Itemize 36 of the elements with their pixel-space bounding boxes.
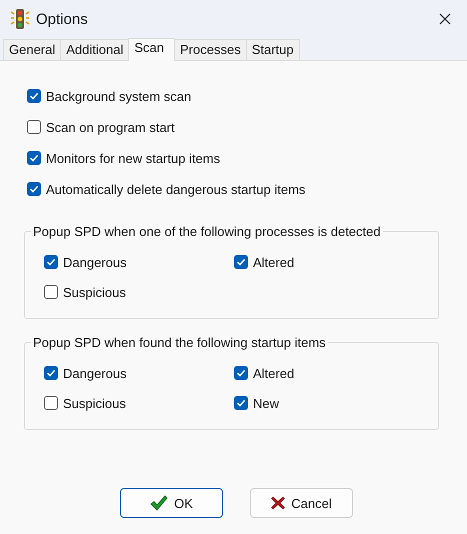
tab[interactable]: Startup: [246, 39, 300, 60]
checkbox-label: Monitors for new startup items: [46, 150, 220, 166]
checkbox-label: Altered: [253, 366, 294, 380]
tab[interactable]: Processes: [174, 39, 247, 60]
close-icon[interactable]: [439, 13, 451, 25]
checkbox-label: Background system scan: [46, 88, 192, 104]
tab[interactable]: Additional: [60, 39, 130, 60]
checkbox[interactable]: [27, 120, 41, 134]
checkbox[interactable]: [234, 255, 248, 269]
checkbox[interactable]: [44, 285, 58, 299]
checkbox[interactable]: [234, 366, 248, 380]
tab[interactable]: General: [3, 39, 62, 60]
checkbox[interactable]: [27, 151, 41, 165]
traffic-light-icon: [10, 8, 30, 30]
checkbox[interactable]: [44, 396, 58, 410]
checkbox-label: Automatically delete dangerous startup items: [46, 182, 306, 196]
checkbox-label: Dangerous: [63, 254, 127, 270]
ok-button[interactable]: OK: [120, 488, 223, 518]
checkbox-label: Suspicious: [63, 396, 126, 410]
checkmark-icon: [150, 495, 168, 511]
checkbox-label: New: [253, 396, 280, 410]
checkbox-label: Altered: [253, 254, 294, 270]
group-title: Popup SPD when one of the following processes is detected: [31, 224, 383, 239]
checkbox[interactable]: [27, 182, 41, 196]
cancel-button[interactable]: Cancel: [250, 488, 353, 518]
checkbox-label: Suspicious: [63, 284, 126, 300]
checkbox[interactable]: [44, 255, 58, 269]
checkbox[interactable]: [234, 396, 248, 410]
checkbox-label: Scan on program start: [46, 120, 175, 134]
group-title: Popup SPD when found the following startup items: [31, 335, 328, 350]
checkbox[interactable]: [27, 89, 41, 103]
checkbox-label: Dangerous: [63, 366, 127, 380]
x-icon: [271, 496, 286, 510]
tab[interactable]: Scan: [128, 38, 175, 61]
window-title: Options: [36, 10, 88, 28]
checkbox[interactable]: [44, 366, 58, 380]
